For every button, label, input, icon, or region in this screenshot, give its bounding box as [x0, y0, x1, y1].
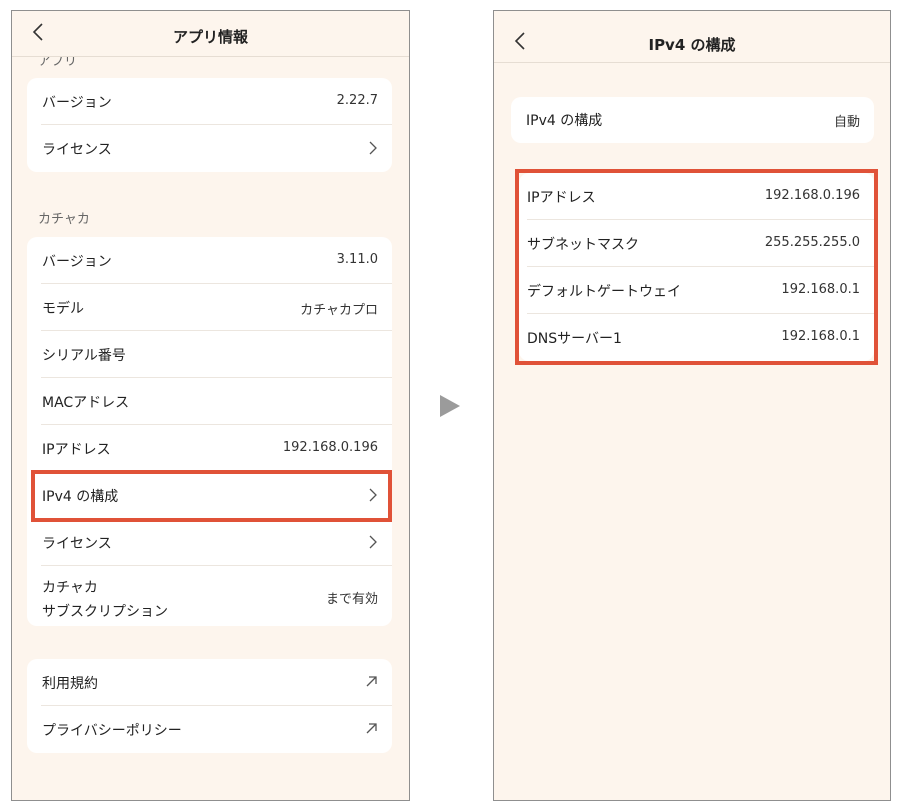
row-dns-server-1: DNSサーバー1 192.168.0.1 — [519, 314, 874, 361]
chevron-right-icon — [369, 535, 377, 549]
ipv4-details-card: IPアドレス 192.168.0.196 サブネットマスク 255.255.25… — [519, 173, 874, 361]
row-ipv4-mode[interactable]: IPv4 の構成 自動 — [511, 97, 874, 143]
row-value: 192.168.0.196 — [282, 440, 378, 455]
row-label: モデル — [42, 301, 84, 317]
row-label: バージョン — [42, 95, 112, 111]
row-label: ライセンス — [42, 536, 112, 552]
row-default-gateway: デフォルトゲートウェイ 192.168.0.1 — [519, 267, 874, 314]
row-value: 192.168.0.1 — [781, 282, 860, 297]
app-card: バージョン 2.22.7 ライセンス — [27, 78, 392, 172]
app-info-screen: アプリ情報 アプリ バージョン 2.22.7 ライセンス カチャカ バージョン … — [11, 10, 410, 801]
external-link-icon — [366, 723, 377, 734]
row-label: 利用規約 — [42, 676, 98, 692]
row-value: まで有効 — [325, 592, 378, 607]
row-device-version: バージョン 3.11.0 — [27, 237, 392, 284]
section-label-device: カチャカ — [38, 212, 90, 227]
row-mac-address: MACアドレス — [27, 378, 392, 425]
row-label: IPアドレス — [42, 442, 111, 458]
chevron-right-icon — [369, 141, 377, 155]
row-app-license[interactable]: ライセンス — [27, 125, 392, 172]
row-label: シリアル番号 — [42, 348, 126, 364]
page-title: アプリ情報 — [172, 28, 248, 46]
row-privacy-policy[interactable]: プライバシーポリシー — [27, 706, 392, 753]
row-label: プライバシーポリシー — [42, 723, 182, 739]
row-value: 192.168.0.196 — [764, 188, 860, 203]
row-label: IPアドレス — [527, 190, 596, 206]
row-label-line: カチャカ — [42, 580, 98, 596]
row-model: モデル カチャカプロ — [27, 284, 392, 331]
row-subnet-mask: サブネットマスク 255.255.255.0 — [519, 220, 874, 267]
row-label: IPv4 の構成 — [42, 489, 119, 505]
row-value: 192.168.0.1 — [781, 329, 860, 344]
row-ip-address: IPアドレス 192.168.0.196 — [519, 173, 874, 220]
row-app-version: バージョン 2.22.7 — [27, 78, 392, 125]
row-label: バージョン — [42, 254, 112, 270]
row-label: ライセンス — [42, 142, 112, 158]
row-label: IPv4 の構成 — [526, 113, 603, 129]
ipv4-mode-card[interactable]: IPv4 の構成 自動 — [511, 97, 874, 143]
row-label: DNSサーバー1 — [527, 331, 622, 347]
row-subscription: カチャカ サブスクリプション まで有効 — [27, 566, 392, 626]
chevron-right-icon — [369, 488, 377, 502]
play-arrow-icon — [440, 395, 460, 417]
app-info-header: アプリ情報 — [12, 11, 409, 57]
row-label-line: サブスクリプション — [42, 604, 168, 620]
row-label: デフォルトゲートウェイ — [527, 284, 681, 300]
row-serial-number: シリアル番号 — [27, 331, 392, 378]
row-device-license[interactable]: ライセンス — [27, 519, 392, 566]
row-value: 255.255.255.0 — [764, 235, 860, 250]
row-label-subscription: カチャカ サブスクリプション — [42, 576, 168, 624]
row-value: 自動 — [833, 115, 860, 130]
row-value: 3.11.0 — [336, 252, 378, 267]
row-label: サブネットマスク — [527, 237, 639, 253]
ipv4-header: IPv4 の構成 — [494, 11, 890, 63]
row-value: 2.22.7 — [336, 93, 378, 108]
row-ipv4-config[interactable]: IPv4 の構成 — [27, 472, 392, 519]
page-title: IPv4 の構成 — [648, 36, 736, 54]
links-card: 利用規約 プライバシーポリシー — [27, 659, 392, 753]
row-terms[interactable]: 利用規約 — [27, 659, 392, 706]
row-ip-address: IPアドレス 192.168.0.196 — [27, 425, 392, 472]
row-value: カチャカプロ — [300, 303, 378, 318]
device-card: バージョン 3.11.0 モデル カチャカプロ シリアル番号 MACアドレス I… — [27, 237, 392, 626]
ipv4-config-screen: IPv4 の構成 IPv4 の構成 自動 IPアドレス 192.168.0.19… — [493, 10, 891, 801]
row-label: MACアドレス — [42, 395, 130, 411]
external-link-icon — [366, 676, 377, 687]
